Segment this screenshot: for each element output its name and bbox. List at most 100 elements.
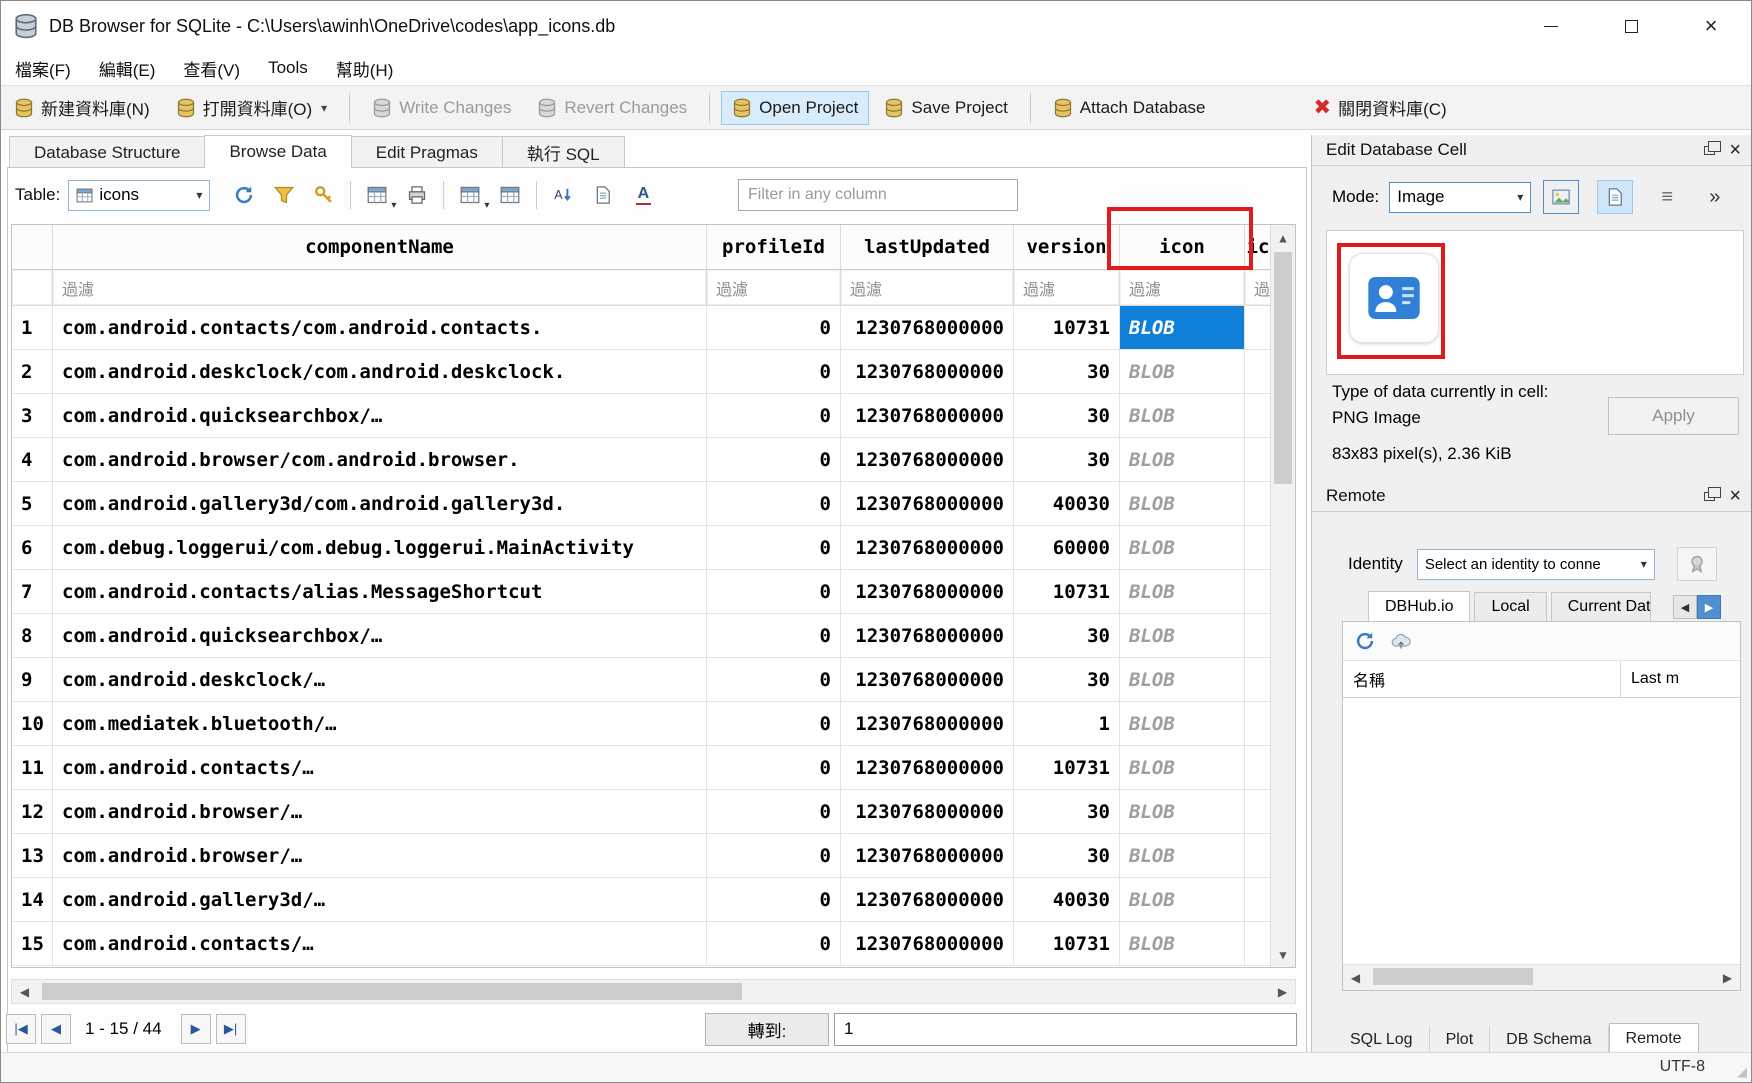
- dock-tab-sql-log[interactable]: SQL Log: [1334, 1026, 1430, 1054]
- write-changes-button[interactable]: Write Changes: [361, 91, 522, 125]
- chevron-down-icon[interactable]: ▾: [391, 200, 396, 211]
- apply-button[interactable]: Apply: [1608, 397, 1739, 435]
- profileid-cell[interactable]: 0: [707, 614, 841, 657]
- lastupdated-cell[interactable]: 1230768000000: [841, 790, 1014, 833]
- print-button[interactable]: [397, 178, 437, 212]
- icon-blob-cell[interactable]: BLOB: [1120, 878, 1245, 921]
- version-cell[interactable]: 40030: [1014, 482, 1120, 525]
- tab-execute-sql[interactable]: 執行 SQL: [502, 136, 625, 168]
- scroll-down-button[interactable]: ▼: [1271, 942, 1295, 967]
- clipped-cell[interactable]: [1245, 878, 1271, 921]
- table-display-button[interactable]: [583, 178, 623, 212]
- profileid-cell[interactable]: 0: [707, 570, 841, 613]
- version-cell[interactable]: 30: [1014, 790, 1120, 833]
- profileid-cell[interactable]: 0: [707, 526, 841, 569]
- profileid-cell[interactable]: 0: [707, 658, 841, 701]
- table-row[interactable]: 7 com.android.contacts/alias.MessageShor…: [12, 570, 1295, 614]
- clipped-cell[interactable]: [1245, 570, 1271, 613]
- componentname-cell[interactable]: com.android.quicksearchbox/…: [53, 614, 707, 657]
- identity-cert-button[interactable]: [1677, 547, 1717, 581]
- open-project-button[interactable]: Open Project: [721, 91, 869, 125]
- close-panel-icon[interactable]: ×: [1729, 486, 1741, 506]
- dock-tab-remote[interactable]: Remote: [1609, 1023, 1699, 1054]
- menu-help[interactable]: 幫助(H): [322, 51, 408, 86]
- last-page-button[interactable]: ▶|: [216, 1014, 246, 1044]
- profileid-cell[interactable]: 0: [707, 482, 841, 525]
- close-database-button[interactable]: ✖ 關閉資料庫(C): [1303, 88, 1458, 127]
- componentname-cell[interactable]: com.android.contacts/…: [53, 746, 707, 789]
- row-number-cell[interactable]: 1: [12, 306, 53, 349]
- clipped-cell[interactable]: [1245, 306, 1271, 349]
- new-database-button[interactable]: 新建資料庫(N): [3, 88, 161, 127]
- clipped-cell[interactable]: [1245, 350, 1271, 393]
- icon-blob-cell[interactable]: BLOB: [1120, 614, 1245, 657]
- lastupdated-cell[interactable]: 1230768000000: [841, 394, 1014, 437]
- row-number-cell[interactable]: 11: [12, 746, 53, 789]
- row-number-cell[interactable]: 9: [12, 658, 53, 701]
- profileid-cell[interactable]: 0: [707, 306, 841, 349]
- profileid-cell[interactable]: 0: [707, 394, 841, 437]
- row-number-cell[interactable]: 8: [12, 614, 53, 657]
- table-row[interactable]: 14 com.android.gallery3d/… 0 12307680000…: [12, 878, 1295, 922]
- table-row[interactable]: 15 com.android.contacts/… 0 123076800000…: [12, 922, 1295, 966]
- filter-clipped[interactable]: 過濾: [1245, 270, 1271, 305]
- h-scroll-thumb[interactable]: [42, 983, 742, 1000]
- componentname-cell[interactable]: com.mediatek.bluetooth/…: [53, 702, 707, 745]
- scroll-right-button[interactable]: ▶: [1270, 980, 1295, 1003]
- table-row[interactable]: 4 com.android.browser/com.android.browse…: [12, 438, 1295, 482]
- open-database-button[interactable]: 打開資料庫(O) ▾: [165, 88, 339, 127]
- tab-edit-pragmas[interactable]: Edit Pragmas: [351, 136, 503, 168]
- icon-blob-cell[interactable]: BLOB: [1120, 350, 1245, 393]
- row-number-cell[interactable]: 15: [12, 922, 53, 965]
- icon-blob-cell[interactable]: BLOB: [1120, 922, 1245, 965]
- scroll-up-button[interactable]: ▲: [1271, 225, 1295, 250]
- save-project-button[interactable]: Save Project: [873, 91, 1018, 125]
- goto-input[interactable]: [834, 1013, 1297, 1046]
- version-cell[interactable]: 10731: [1014, 570, 1120, 613]
- font-button[interactable]: A: [623, 178, 663, 212]
- first-page-button[interactable]: |◀: [6, 1014, 36, 1044]
- icon-blob-cell[interactable]: BLOB: [1120, 306, 1245, 349]
- goto-button[interactable]: 轉到:: [705, 1013, 829, 1046]
- icon-blob-cell[interactable]: BLOB: [1120, 570, 1245, 613]
- remote-refresh-icon[interactable]: [1355, 631, 1375, 651]
- clipped-cell[interactable]: [1245, 922, 1271, 965]
- clipped-cell[interactable]: [1245, 702, 1271, 745]
- version-cell[interactable]: 10731: [1014, 746, 1120, 789]
- remote-h-scrollbar[interactable]: ◀ ▶: [1343, 964, 1740, 990]
- version-cell[interactable]: 30: [1014, 394, 1120, 437]
- lastupdated-cell[interactable]: 1230768000000: [841, 438, 1014, 481]
- profileid-cell[interactable]: 0: [707, 702, 841, 745]
- row-number-cell[interactable]: 14: [12, 878, 53, 921]
- componentname-cell[interactable]: com.android.deskclock/com.android.deskcl…: [53, 350, 707, 393]
- componentname-cell[interactable]: com.android.browser/com.android.browser.: [53, 438, 707, 481]
- icon-blob-cell[interactable]: BLOB: [1120, 746, 1245, 789]
- lastupdated-cell[interactable]: 1230768000000: [841, 614, 1014, 657]
- h-scrollbar[interactable]: ◀ ▶: [11, 979, 1296, 1004]
- componentname-cell[interactable]: com.android.contacts/alias.MessageShortc…: [53, 570, 707, 613]
- lastupdated-cell[interactable]: 1230768000000: [841, 702, 1014, 745]
- clipped-cell[interactable]: [1245, 526, 1271, 569]
- table-row[interactable]: 6 com.debug.loggerui/com.debug.loggerui.…: [12, 526, 1295, 570]
- icon-blob-cell[interactable]: BLOB: [1120, 702, 1245, 745]
- row-number-cell[interactable]: 4: [12, 438, 53, 481]
- filter-profileid[interactable]: 過濾: [707, 270, 841, 305]
- lastupdated-cell[interactable]: 1230768000000: [841, 350, 1014, 393]
- profileid-cell[interactable]: 0: [707, 834, 841, 877]
- version-cell[interactable]: 60000: [1014, 526, 1120, 569]
- row-number-cell[interactable]: 5: [12, 482, 53, 525]
- lastupdated-cell[interactable]: 1230768000000: [841, 834, 1014, 877]
- menu-view[interactable]: 查看(V): [169, 51, 254, 86]
- close-button[interactable]: ×: [1671, 1, 1751, 51]
- new-record-button[interactable]: ▾: [357, 178, 397, 212]
- delete-record-button[interactable]: [490, 178, 530, 212]
- componentname-cell[interactable]: com.android.contacts/com.android.contact…: [53, 306, 707, 349]
- table-select[interactable]: icons ▾: [68, 180, 210, 211]
- componentname-cell[interactable]: com.android.deskclock/…: [53, 658, 707, 701]
- filter-lastupdated[interactable]: 過濾: [841, 270, 1014, 305]
- version-cell[interactable]: 30: [1014, 438, 1120, 481]
- lastupdated-cell[interactable]: 1230768000000: [841, 526, 1014, 569]
- clipped-cell[interactable]: [1245, 482, 1271, 525]
- maximize-button[interactable]: [1591, 1, 1671, 51]
- clipped-cell[interactable]: [1245, 746, 1271, 789]
